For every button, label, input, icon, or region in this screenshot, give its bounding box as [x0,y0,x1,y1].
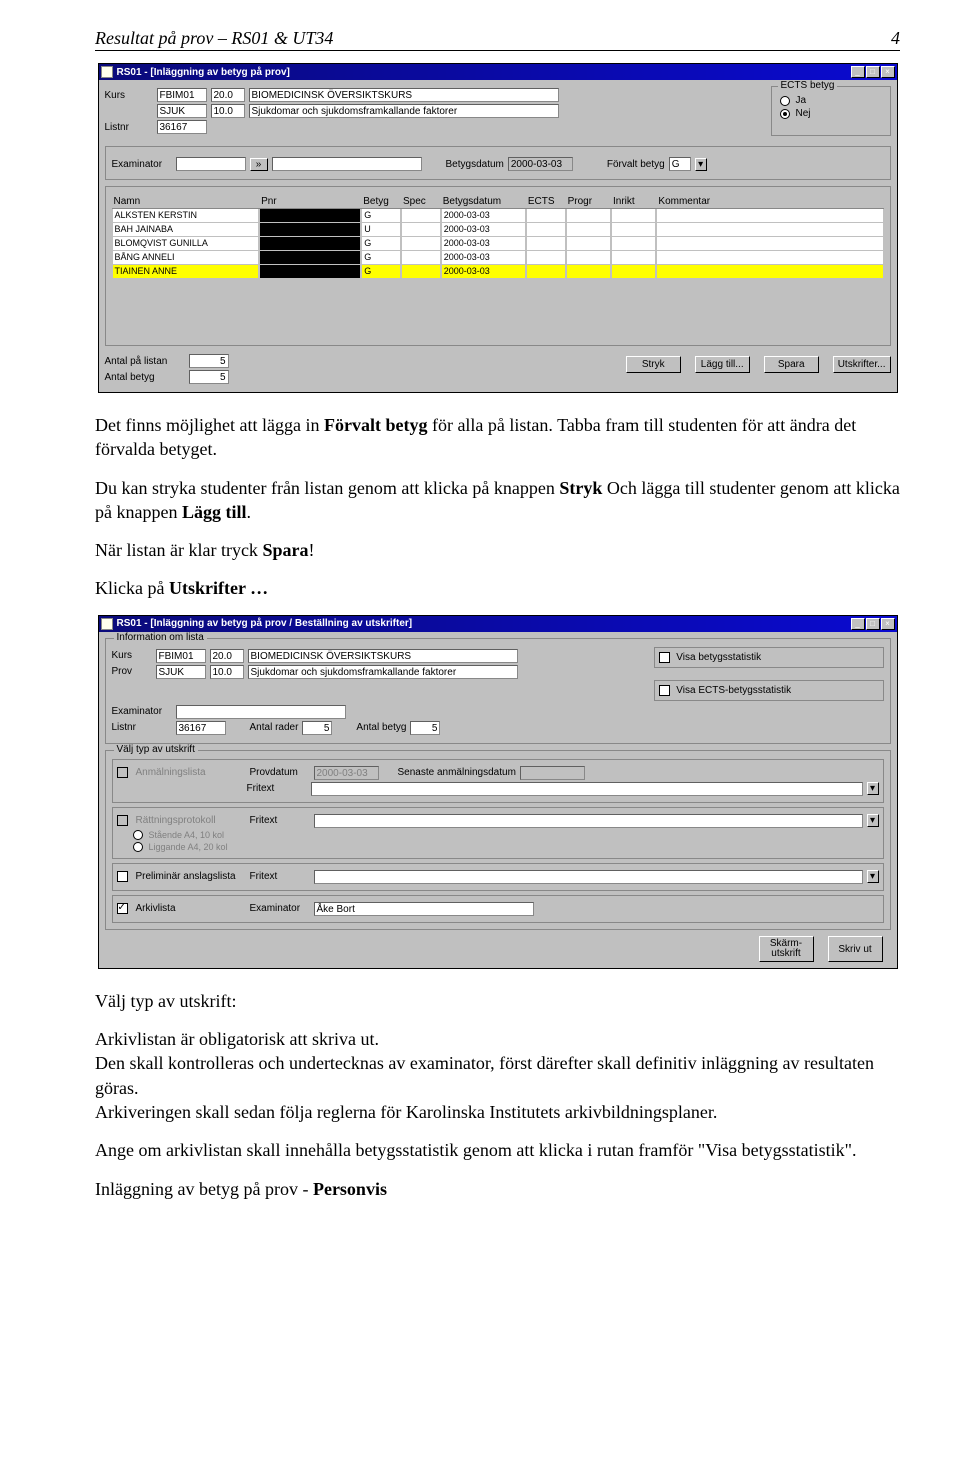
checkbox-prel[interactable] [117,871,128,882]
antal-betyg: 5 [189,370,229,384]
fritext2[interactable] [314,814,863,828]
page-header: Resultat på prov – RS01 & UT34 4 [95,28,900,51]
grade-table: NamnPnrBetygSpecBetygsdatumECTSProgrInri… [112,195,884,279]
col-pnr: Pnr [259,195,361,209]
checkbox-visa-bs[interactable] [659,652,670,663]
fritext1[interactable] [311,782,863,796]
fritext3[interactable] [314,870,863,884]
table-row[interactable]: BAH JAINABAU2000-03-03 [112,223,884,237]
forvalt-betyg-input[interactable]: G [669,157,691,171]
label-prov2: Prov [112,666,152,677]
skarm-button[interactable]: Skärm- utskrift [759,936,814,962]
examinator2 [176,705,346,719]
col-spec: Spec [401,195,441,209]
prov-name: Sjukdomar och sjukdomsframkallande fakto… [249,104,559,118]
forvalt-betyg-dropdown[interactable]: ▾ [695,158,707,171]
label-listnr: Listnr [105,122,153,133]
arkiv-examinator[interactable]: Åke Bort [314,902,534,916]
para-spara: När listan är klar tryck Spara! [95,538,900,562]
window-title2: RS01 - [Inläggning av betyg på prov / Be… [117,618,851,629]
table-row[interactable]: BÅNG ANNELIG2000-03-03 [112,251,884,265]
table-row[interactable]: ALKSTEN KERSTING2000-03-03 [112,209,884,224]
fritext2-dropdown[interactable]: ▾ [867,814,879,827]
para-stryk: Du kan stryka studenter från listan geno… [95,476,900,525]
app-icon [101,66,113,78]
label-kurs: Kurs [105,90,153,101]
para-utskrifter: Klicka på Utskrifter … [95,576,900,600]
para-ange: Ange om arkivlistan skall innehålla bety… [95,1138,900,1162]
examinator-lookup-button[interactable]: » [250,158,268,171]
info-groupbox: Information om lista Kurs FBIM01 20.0 BI… [105,638,891,744]
kurs-name: BIOMEDICINSK ÖVERSIKTSKURS [249,88,559,102]
valj-groupbox: Välj typ av utskrift Anmälningslista Pro… [105,750,891,930]
checkbox-ratt [117,815,128,826]
col-betyg: Betyg [361,195,401,209]
fritext1-dropdown[interactable]: ▾ [867,782,879,795]
app-window-utskrifter: RS01 - [Inläggning av betyg på prov / Be… [98,615,898,969]
label-examinator2: Examinator [112,706,172,717]
utskrifter-button[interactable]: Utskrifter... [833,356,891,373]
app-icon [101,618,113,630]
listnr: 36167 [157,120,207,134]
ects-legend: ECTS betyg [778,80,838,91]
table-row[interactable]: BLOMQVIST GUNILLAG2000-03-03 [112,237,884,251]
para-arkiv: Arkivlistan är obligatorisk att skriva u… [95,1027,900,1124]
col-betygsdatum: Betygsdatum [441,195,526,209]
col-ects: ECTS [526,195,566,209]
radio-ja[interactable] [780,96,790,106]
titlebar2: RS01 - [Inläggning av betyg på prov / Be… [99,616,897,632]
label-examinator: Examinator [112,159,172,170]
close-button[interactable]: × [881,618,895,630]
col-namn: Namn [112,195,260,209]
ects-groupbox: ECTS betyg Ja Nej [771,86,891,136]
label-antal-betyg2: Antal betyg [356,722,406,733]
para-valj: Välj typ av utskrift: [95,989,900,1013]
checkbox-arkiv[interactable] [117,903,128,914]
minimize-button[interactable]: _ [851,66,865,78]
col-kommentar: Kommentar [656,195,883,209]
prov-code: SJUK [157,104,207,118]
app-window-rs01: RS01 - [Inläggning av betyg på prov] _ □… [98,63,898,393]
label-betygsdatum: Betygsdatum [446,159,504,170]
radio-liggande [133,842,143,852]
label-forvalt-betyg: Förvalt betyg [607,159,665,170]
label-kurs2: Kurs [112,650,152,661]
prov-pts: 10.0 [211,104,245,118]
examinator-name [272,157,422,171]
minimize-button[interactable]: _ [851,618,865,630]
checkbox-anm [117,767,128,778]
kurs-code: FBIM01 [157,88,207,102]
label-antal-listan: Antal på listan [105,356,185,367]
examinator-input[interactable] [176,157,246,171]
antal-listan: 5 [189,354,229,368]
checkbox-visa-ects[interactable] [659,685,670,696]
label-listnr2: Listnr [112,722,172,733]
maximize-button[interactable]: □ [866,618,880,630]
para-forvalt-betyg: Det finns möjlighet att lägga in Förvalt… [95,413,900,462]
col-progr: Progr [566,195,611,209]
stryk-button[interactable]: Stryk [626,356,681,373]
para-personvis: Inläggning av betyg på prov - Personvis [95,1177,900,1201]
window-title: RS01 - [Inläggning av betyg på prov] [117,67,851,78]
label-antal-rader: Antal rader [250,722,299,733]
page-number: 4 [891,28,900,49]
maximize-button[interactable]: □ [866,66,880,78]
table-row[interactable]: TIAINEN ANNEG2000-03-03 [112,265,884,279]
spara-button[interactable]: Spara [764,356,819,373]
col-inrikt: Inrikt [611,195,656,209]
laggtill-button[interactable]: Lägg till... [695,356,750,373]
fritext3-dropdown[interactable]: ▾ [867,870,879,883]
radio-staende [133,830,143,840]
header-title: Resultat på prov – RS01 & UT34 [95,28,333,49]
close-button[interactable]: × [881,66,895,78]
betygsdatum-input[interactable]: 2000-03-03 [508,157,573,171]
radio-nej[interactable] [780,109,790,119]
label-antal-betyg: Antal betyg [105,372,185,383]
titlebar: RS01 - [Inläggning av betyg på prov] _ □… [99,64,897,80]
skrivut-button[interactable]: Skriv ut [828,936,883,962]
kurs-pts: 20.0 [211,88,245,102]
